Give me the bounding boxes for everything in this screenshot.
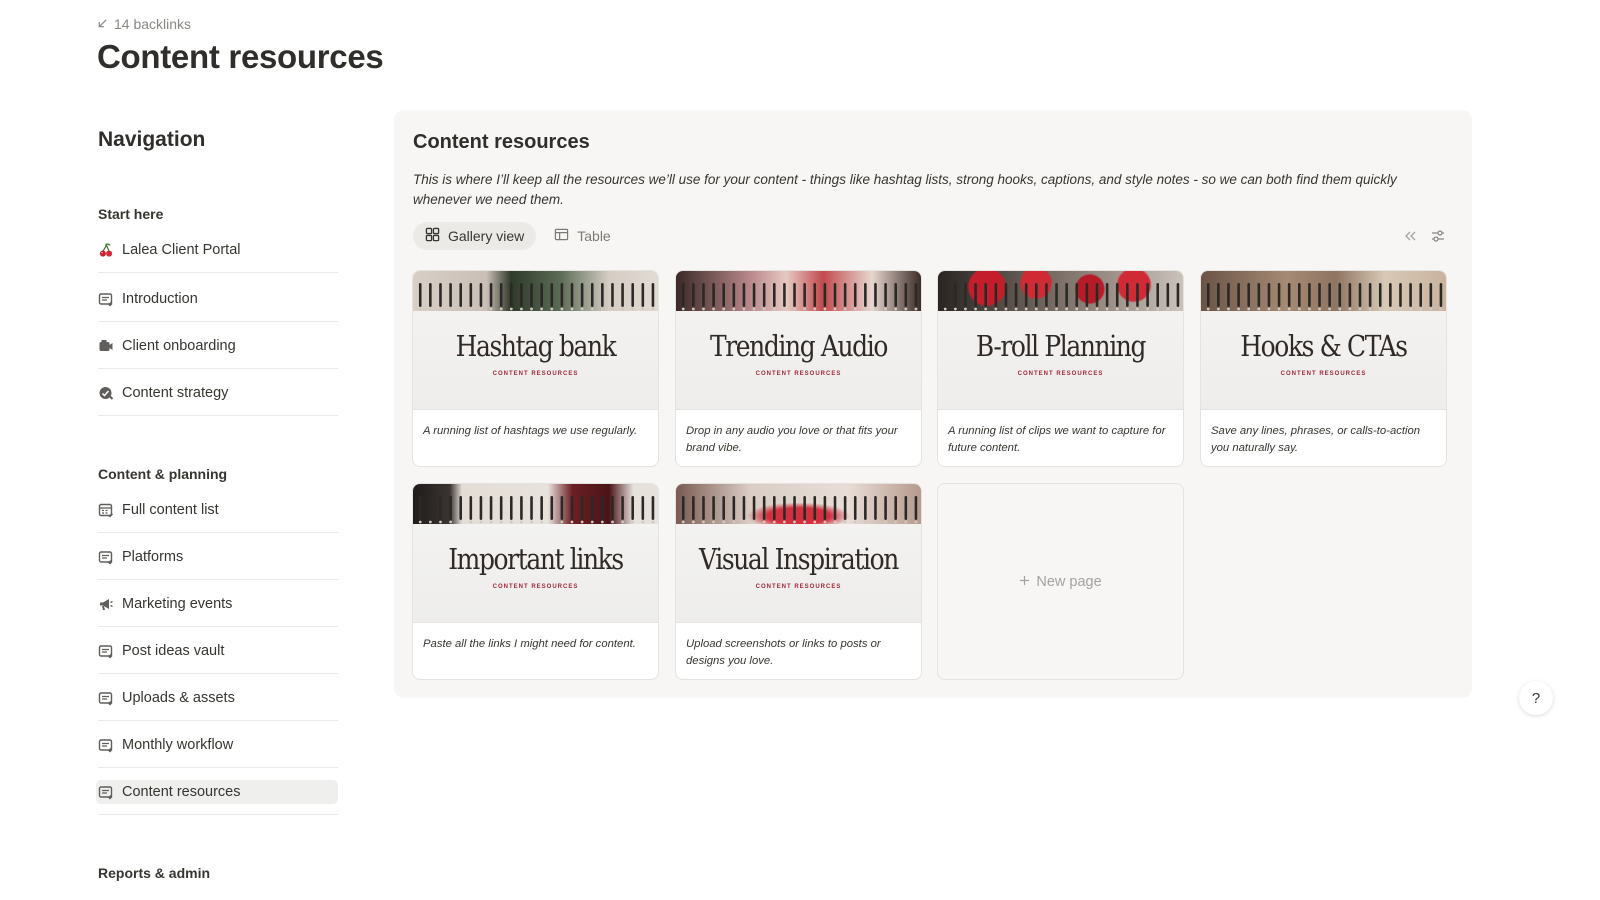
view-tabs: Gallery view Table <box>413 222 623 250</box>
gallery-card-b-roll-planning[interactable]: B-roll Planning CONTENT RESOURCES A runn… <box>937 270 1184 467</box>
nav-item-label: Client onboarding <box>122 337 236 354</box>
arrow-down-left-icon <box>97 16 108 32</box>
nav-item-label: Content resources <box>122 783 241 800</box>
nav-item-marketing-events[interactable]: Marketing events <box>98 581 338 627</box>
nav-section-content-planning: Content & planning <box>98 466 228 482</box>
tab-label: Table <box>577 228 611 244</box>
strategy-icon <box>98 385 114 401</box>
spiral-binding <box>943 283 1180 311</box>
card-description: Save any lines, phrases, or calls-to-act… <box>1211 425 1421 454</box>
page-icon <box>98 549 114 565</box>
page-title: Content resources <box>97 38 384 75</box>
nav-item-label: Content strategy <box>122 384 229 401</box>
card-cover-title: Trending Audio <box>709 329 888 363</box>
spiral-binding <box>418 496 655 524</box>
page-icon <box>98 737 114 753</box>
card-cover-subtitle: CONTENT RESOURCES <box>755 584 842 590</box>
gallery-card-trending-audio[interactable]: Trending Audio CONTENT RESOURCES Drop in… <box>675 270 922 467</box>
nav-item-content-strategy[interactable]: Content strategy <box>98 370 338 416</box>
gallery-card-hooks-ctas[interactable]: Hooks & CTAs CONTENT RESOURCES Save any … <box>1200 270 1447 467</box>
page-icon <box>98 291 114 307</box>
card-description: A running list of hashtags we use regula… <box>423 425 638 437</box>
navigation-column: Navigation Start here Lalea Client Porta… <box>96 128 338 881</box>
card-cover: Hooks & CTAs CONTENT RESOURCES <box>1201 271 1446 410</box>
gallery-card-important-links[interactable]: Important links CONTENT RESOURCES Paste … <box>412 483 659 680</box>
card-cover: B-roll Planning CONTENT RESOURCES <box>938 271 1183 410</box>
nav-item-label: Uploads & assets <box>122 689 235 706</box>
nav-item-label: Lalea Client Portal <box>122 241 241 258</box>
nav-item-full-content-list[interactable]: Full content list <box>98 487 338 533</box>
spiral-binding <box>1206 283 1443 311</box>
gallery-card-hashtag-bank[interactable]: Hashtag bank CONTENT RESOURCES A running… <box>412 270 659 467</box>
nav-section-reports-admin: Reports & admin <box>98 865 211 881</box>
card-cover-title: Hashtag bank <box>455 329 617 363</box>
database-title: Content resources <box>413 131 590 153</box>
nav-item-label: Introduction <box>122 290 198 307</box>
card-cover: Trending Audio CONTENT RESOURCES <box>676 271 921 410</box>
card-cover-title: Hooks & CTAs <box>1240 329 1408 363</box>
onboarding-icon <box>98 338 114 354</box>
cherry-icon <box>98 242 114 258</box>
card-cover: Important links CONTENT RESOURCES <box>413 484 658 623</box>
nav-item-lalea-client-portal[interactable]: Lalea Client Portal <box>98 227 338 273</box>
backlinks-label: 14 backlinks <box>114 16 192 32</box>
nav-item-monthly-workflow[interactable]: Monthly workflow <box>98 722 338 768</box>
spiral-binding <box>418 283 655 311</box>
card-description: Upload screenshots or links to posts or … <box>686 638 881 667</box>
new-page-label: New page <box>1036 573 1102 590</box>
card-cover: Hashtag bank CONTENT RESOURCES <box>413 271 658 410</box>
tab-table[interactable]: Table <box>542 222 622 250</box>
card-cover-subtitle: CONTENT RESOURCES <box>492 584 579 590</box>
table-icon <box>554 227 569 245</box>
card-cover-subtitle: CONTENT RESOURCES <box>755 371 842 377</box>
megaphone-icon <box>98 596 114 612</box>
database-tools <box>1402 228 1446 244</box>
card-cover-subtitle: CONTENT RESOURCES <box>492 371 579 377</box>
calendar-icon <box>98 502 114 518</box>
nav-item-client-onboarding[interactable]: Client onboarding <box>98 323 338 369</box>
new-page-button[interactable]: New page <box>937 483 1184 680</box>
nav-item-label: Platforms <box>122 548 184 565</box>
nav-item-introduction[interactable]: Introduction <box>98 276 338 322</box>
nav-item-label: Monthly workflow <box>122 736 234 753</box>
nav-item-label: Marketing events <box>122 595 233 612</box>
card-description: Paste all the links I might need for con… <box>423 638 636 650</box>
card-cover-subtitle: CONTENT RESOURCES <box>1280 371 1367 377</box>
nav-section-start-here: Start here <box>98 206 164 222</box>
card-cover-title: Important links <box>448 542 624 576</box>
page-icon <box>98 784 114 800</box>
nav-item-label: Post ideas vault <box>122 642 225 659</box>
card-cover-subtitle: CONTENT RESOURCES <box>1017 371 1104 377</box>
card-cover-title: Visual Inspiration <box>699 542 899 576</box>
backlinks-link[interactable]: 14 backlinks <box>97 16 191 32</box>
settings-sliders-icon[interactable] <box>1430 228 1446 244</box>
tab-gallery-view[interactable]: Gallery view <box>413 222 537 250</box>
nav-item-content-resources[interactable]: Content resources <box>96 769 338 815</box>
card-cover: Visual Inspiration CONTENT RESOURCES <box>676 484 921 623</box>
gallery-card-visual-inspiration[interactable]: Visual Inspiration CONTENT RESOURCES Upl… <box>675 483 922 680</box>
card-description: Drop in any audio you love or that fits … <box>686 425 898 454</box>
plus-icon <box>1019 574 1030 590</box>
nav-item-label: Full content list <box>122 501 219 518</box>
database-description: This is where I’ll keep all the resource… <box>413 172 1397 207</box>
card-cover-title: B-roll Planning <box>975 329 1147 363</box>
collapse-icon[interactable] <box>1402 228 1418 244</box>
gallery-icon <box>425 227 440 245</box>
help-label: ? <box>1531 689 1541 707</box>
nav-item-platforms[interactable]: Platforms <box>98 534 338 580</box>
nav-item-uploads-assets[interactable]: Uploads & assets <box>98 675 338 721</box>
help-button[interactable]: ? <box>1519 681 1553 715</box>
page-icon <box>98 690 114 706</box>
card-description: A running list of clips we want to captu… <box>948 425 1166 454</box>
page-icon <box>98 643 114 659</box>
spiral-binding <box>681 496 918 524</box>
navigation-heading: Navigation <box>98 128 206 151</box>
tab-label: Gallery view <box>448 228 525 244</box>
nav-item-post-ideas-vault[interactable]: Post ideas vault <box>98 628 338 674</box>
spiral-binding <box>681 283 918 311</box>
